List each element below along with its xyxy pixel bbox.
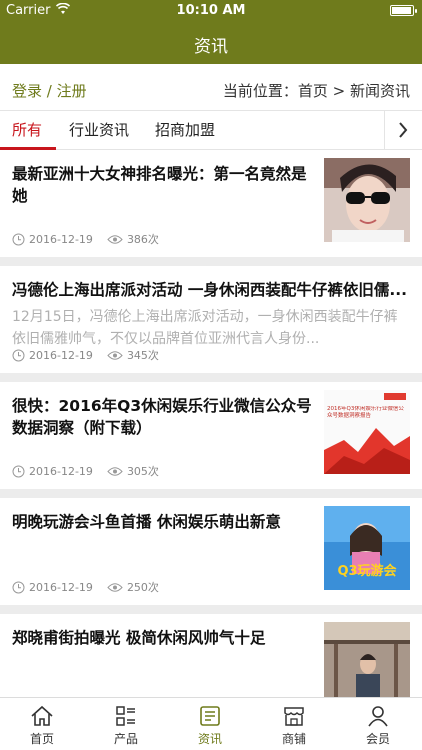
- eye-icon: [107, 234, 123, 244]
- article-title: 郑晓甫街拍曝光 极简休闲风帅气十足: [12, 629, 266, 647]
- tab-franchise[interactable]: 招商加盟: [155, 119, 215, 140]
- article-views: 345次: [126, 349, 159, 362]
- tabbar-label: 商铺: [281, 732, 306, 746]
- article-thumbnail: [324, 622, 410, 697]
- list-item[interactable]: 最新亚洲十大女神排名曝光：第一名竟然是她 2016-12-19 386次: [0, 150, 422, 257]
- clock-icon: [12, 581, 25, 593]
- home-icon: [31, 705, 53, 726]
- article-thumbnail: [324, 158, 410, 242]
- list-item[interactable]: 明晚玩游会斗鱼首播 休闲娱乐萌出新意 2016-12-19 250次 Q3玩游会: [0, 498, 422, 605]
- auth-links: 登录 / 注册: [12, 80, 87, 101]
- article-title: 很快：2016年Q3休闲娱乐行业微信公众号数据洞察（附下载）: [12, 397, 312, 437]
- tabbar-label: 会员: [365, 732, 390, 746]
- list-item[interactable]: 郑晓甫街拍曝光 极简休闲风帅气十足: [0, 614, 422, 697]
- tabbar-label: 资讯: [197, 732, 222, 746]
- navigation-bar: 资讯: [0, 22, 422, 64]
- shop-icon: [284, 707, 304, 726]
- article-thumbnail: 2016年Q3休闲娱乐行业微信公众号数据洞察报告: [324, 390, 410, 474]
- article-views: 250次: [126, 581, 159, 594]
- clock-icon: [12, 349, 25, 361]
- article-meta: 2016-12-19 250次: [12, 579, 159, 595]
- tab-all[interactable]: 所有: [12, 119, 42, 140]
- article-thumbnail: Q3玩游会: [324, 506, 410, 590]
- article-title: 冯德伦上海出席派对活动 一身休闲西装配牛仔裤依旧儒...: [12, 281, 408, 299]
- tab-industry-news[interactable]: 行业资讯: [69, 119, 129, 140]
- article-views: 305次: [126, 465, 159, 478]
- list-item[interactable]: 很快：2016年Q3休闲娱乐行业微信公众号数据洞察（附下载） 2016-12-1…: [0, 382, 422, 489]
- register-link[interactable]: 注册: [57, 82, 87, 100]
- status-bar: Carrier 10:10 AM: [0, 0, 422, 22]
- article-meta: 2016-12-19 345次: [12, 347, 159, 363]
- article-date: 2016-12-19: [29, 464, 93, 478]
- chevron-right-icon: [399, 122, 408, 138]
- list-item[interactable]: 冯德伦上海出席派对活动 一身休闲西装配牛仔裤依旧儒... 12月15日，冯德伦上…: [0, 266, 422, 373]
- article-list: 最新亚洲十大女神排名曝光：第一名竟然是她 2016-12-19 386次 冯德伦…: [0, 150, 422, 697]
- clock-icon: [12, 233, 25, 245]
- member-icon: [368, 706, 388, 727]
- breadcrumb: 当前位置：首页 > 新闻资讯: [222, 82, 410, 100]
- report-cover-text: 2016年Q3休闲娱乐行业微信公众号数据洞察报告: [327, 406, 404, 419]
- article-date: 2016-12-19: [29, 232, 93, 246]
- tabbar-label: 产品: [113, 732, 138, 746]
- clock-time: 10:10 AM: [176, 3, 246, 18]
- tabbar-products[interactable]: 产品: [84, 698, 168, 750]
- article-title: 最新亚洲十大女神排名曝光：第一名竟然是她: [12, 165, 307, 205]
- page-title: 资讯: [194, 37, 228, 57]
- eye-icon: [107, 350, 123, 360]
- clock-icon: [12, 465, 25, 477]
- category-tabs: 所有 行业资讯 招商加盟: [0, 110, 422, 150]
- article-date: 2016-12-19: [29, 348, 93, 362]
- article-meta: 2016-12-19 305次: [12, 463, 159, 479]
- eye-icon: [107, 582, 123, 592]
- battery-icon: [390, 5, 417, 16]
- tabbar-member[interactable]: 会员: [336, 698, 420, 750]
- breadcrumb-bar: 登录 / 注册 当前位置：首页 > 新闻资讯: [0, 64, 422, 110]
- tabbar-news[interactable]: 资讯: [168, 698, 252, 750]
- article-date: 2016-12-19: [29, 580, 93, 594]
- article-meta: 2016-12-19 386次: [12, 231, 159, 247]
- eye-icon: [107, 466, 123, 476]
- poster-text: Q3玩游会: [337, 564, 397, 579]
- article-title: 明晚玩游会斗鱼首播 休闲娱乐萌出新意: [12, 513, 281, 531]
- login-link[interactable]: 登录: [12, 82, 42, 100]
- auth-separator: /: [42, 82, 57, 100]
- tabbar-shop[interactable]: 商铺: [252, 698, 336, 750]
- tabs-more-button[interactable]: [384, 111, 422, 149]
- product-list-icon: [116, 706, 135, 726]
- tabbar-label: 首页: [29, 732, 54, 746]
- article-views: 386次: [126, 233, 159, 246]
- bottom-tab-bar: 首页 产品 资讯 商铺 会员: [0, 697, 422, 750]
- tabbar-home[interactable]: 首页: [0, 698, 84, 750]
- news-icon: [200, 706, 220, 726]
- article-summary: 12月15日，冯德伦上海出席派对活动，一身休闲西装配牛仔裤依旧儒雅帅气，不仅以品…: [12, 309, 398, 347]
